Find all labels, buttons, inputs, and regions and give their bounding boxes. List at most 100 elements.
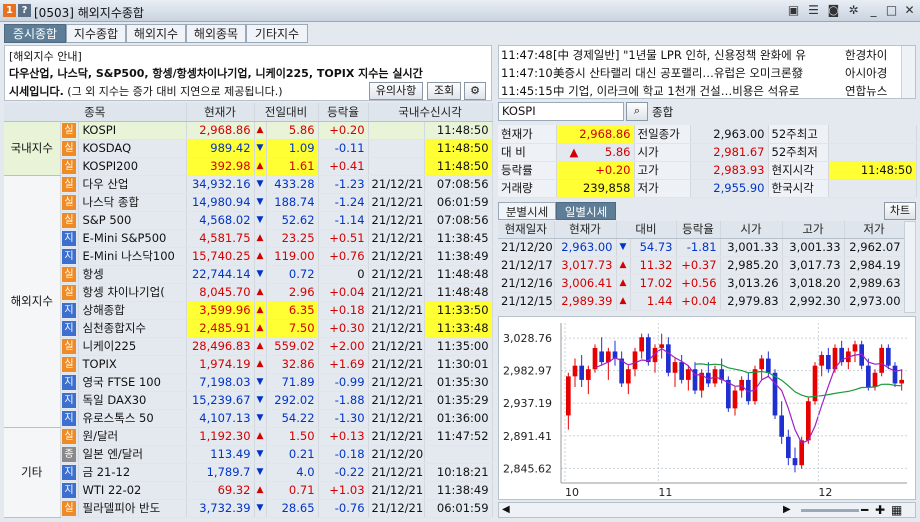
zoom-out-icon[interactable]: ━ — [861, 503, 868, 517]
col-rate[interactable]: 등락율 — [318, 103, 369, 122]
chart-svg[interactable]: 3,028.76 2,982.97 2,937.19 2,891.41 2,845.62… — [499, 317, 917, 501]
col-name[interactable]: 종목 — [4, 103, 187, 122]
table-row[interactable]: 실 S&P 500 4,568.02 ▼ 52.62 -1.14 21/12/21 07:08… — [4, 211, 493, 230]
list-icon[interactable]: ☰ — [806, 3, 821, 18]
help-icon[interactable]: ? — [18, 4, 31, 17]
symbol-name[interactable]: 니케이225 — [78, 337, 187, 356]
table-row[interactable]: 지 독일 DAX30 15,239.67 ▼ 292.02 -1.88 21/12/21 01… — [4, 391, 493, 410]
symbol-name[interactable]: 다우 산업 — [78, 175, 187, 194]
symbol-name[interactable]: 독일 DAX30 — [78, 391, 187, 410]
symbol-name[interactable]: 상해종합 — [78, 301, 187, 320]
symbol-name[interactable]: 항셍 차이나기업( — [78, 283, 187, 302]
settings-icon[interactable]: ✲ — [846, 3, 861, 18]
col-rate[interactable]: 등락율 — [676, 221, 721, 239]
new-window-icon[interactable]: ▣ — [786, 3, 801, 18]
tab-overseas-stocks[interactable]: 해외종목 — [186, 24, 246, 43]
table-row[interactable]: 지 심천종합지수 2,485.91 ▲ 7.50 +0.30 21/12/21 11:33:4… — [4, 319, 493, 338]
daily-row[interactable]: 21/12/16 3,006.41 ▲ 17.02 +0.56 3,013.26 3,018… — [498, 274, 905, 293]
table-row[interactable]: 국내지수 실 KOSPI 2,968.86 ▲ 5.86 +0.20 11:48:50 — [4, 121, 493, 176]
table-row[interactable]: 실 KOSDAQ 989.42 ▼ 1.09 -0.11 11:48:50 — [4, 139, 493, 158]
notice-button[interactable]: 유의사항 — [369, 82, 423, 100]
maximize-icon[interactable]: □ — [884, 3, 899, 18]
table-row[interactable]: 지 상해종합 3,599.96 ▲ 6.35 +0.18 21/12/21 11:33:50 — [4, 301, 493, 320]
tab-overseas-index[interactable]: 해외지수 — [126, 24, 186, 43]
settings-gear-icon[interactable]: ⚙ — [464, 82, 486, 100]
symbol-name[interactable]: E-Mini S&P500 — [78, 229, 187, 248]
news-item[interactable]: 11:47:10 美증시 산타랠리 대신 공포랠리…유럽은 오미크론發 아시아경 — [499, 64, 915, 82]
col-high[interactable]: 고가 — [782, 221, 845, 239]
table-row[interactable]: 종 일본 엔/달러 113.49 ▼ 0.21 -0.18 21/12/20 — [4, 445, 493, 464]
chart-button[interactable]: 차트 — [884, 202, 916, 220]
screen-number-icon[interactable]: 1 — [3, 4, 16, 17]
summary-label[interactable]: 종합 — [652, 104, 673, 120]
tab-daily-price[interactable]: 일별시세 — [556, 202, 616, 220]
table-row[interactable]: 지금 21-12 1,789.7 ▼ 4.0 -0.22 21/12/21 10:18:21 — [4, 463, 493, 482]
table-row[interactable]: 실 니케이225 28,496.83 ▲ 559.02 +2.00 21/12/21 11:3… — [4, 337, 493, 356]
symbol-name[interactable]: WTI 22-02 — [78, 481, 187, 500]
symbol-name[interactable]: 영국 FTSE 100 — [78, 373, 187, 392]
symbol-name[interactable]: 나스닥 종합 — [78, 193, 187, 212]
symbol-name[interactable]: 원/달러 — [78, 427, 187, 446]
table-row[interactable]: 지 E-Mini 나스닥100 15,740.25 ▲ 119.00 +0.76 21/12… — [4, 247, 493, 266]
chart-scrollbar[interactable]: ◀ ▶ ━ ✚ ▦ — [498, 502, 916, 518]
news-headline[interactable]: [中 경제일반] "1년물 LPR 인하, 신용정책 완화에 유 — [553, 46, 845, 64]
symbol-name[interactable]: 유로스톡스 50 — [78, 409, 187, 428]
symbol-name[interactable]: 심천종합지수 — [78, 319, 187, 338]
tab-market-summary[interactable]: 증시종합 — [4, 24, 66, 43]
symbol-name[interactable]: E-Mini 나스닥100 — [78, 247, 187, 266]
symbol-name[interactable]: KOSPI200 — [78, 157, 187, 176]
table-row[interactable]: 해외지수 실 다우 산업 34,932.16 ▼ 433.28 -1.23 21/12/21 0… — [4, 175, 493, 428]
daily-row[interactable]: 21/12/15 2,989.39 ▲ 1.44 +0.04 2,979.83 2,992.… — [498, 292, 905, 311]
table-row[interactable]: 지 E-Mini S&P500 4,581.75 ▲ 23.25 +0.51 21/12/2… — [4, 229, 493, 248]
news-scrollbar[interactable] — [901, 46, 915, 98]
table-row[interactable]: 실 TOPIX 1,974.19 ▲ 32.86 +1.69 21/12/21 11:30:0… — [4, 355, 493, 374]
table-row[interactable]: 기타 실 원/달러 1,192.30 ▲ 1.50 +0.13 21/12/21 11:47:5… — [4, 427, 493, 518]
col-date[interactable]: 현재일자 — [498, 221, 555, 239]
table-row[interactable]: 실 필라델피아 반도 3,732.39 ▼ 28.65 -0.76 21/12/21 06:0… — [4, 499, 493, 518]
col-change[interactable]: 전일대비 — [254, 103, 319, 122]
news-headline[interactable]: 中 기업, 이라크에 학교 1천개 건설…비용은 석유로 — [553, 82, 845, 98]
candlestick-chart[interactable]: 3,028.76 2,982.97 2,937.19 2,891.41 2,845.62… — [498, 316, 916, 500]
table-row[interactable]: 지 WTI 22-02 69.32 ▲ 0.71 +1.03 21/12/21 11:38:4… — [4, 481, 493, 500]
table-row[interactable]: 실 항셍 22,744.14 ▼ 0.72 0 21/12/21 11:48:48 — [4, 265, 493, 284]
minimize-icon[interactable]: _ — [866, 3, 881, 18]
zoom-in-icon[interactable]: ✚ — [875, 503, 885, 517]
col-low[interactable]: 저가 — [844, 221, 905, 239]
symbol-name[interactable]: 일본 엔/달러 — [78, 445, 187, 464]
daily-scrollbar[interactable] — [904, 221, 916, 313]
news-item[interactable]: 11:45:15 中 기업, 이라크에 학교 1천개 건설…비용은 석유로 연합… — [499, 82, 915, 98]
symbol-search-input[interactable]: KOSPI — [498, 102, 624, 121]
col-price[interactable]: 현재가 — [186, 103, 255, 122]
table-row[interactable]: 지 영국 FTSE 100 7,198.03 ▼ 71.89 -0.99 21/12/21 0… — [4, 373, 493, 392]
close-icon[interactable]: ✕ — [902, 3, 917, 18]
table-row[interactable]: 실 나스닥 종합 14,980.94 ▼ 188.74 -1.24 21/12/21 06:0… — [4, 193, 493, 212]
symbol-name[interactable]: S&P 500 — [78, 211, 187, 230]
col-change[interactable]: 대비 — [616, 221, 677, 239]
table-row[interactable]: 지 유로스톡스 50 4,107.13 ▼ 54.22 -1.30 21/12/21 01:3… — [4, 409, 493, 428]
news-item[interactable]: 11:47:48 [中 경제일반] "1년물 LPR 인하, 신용정책 완화에 … — [499, 46, 915, 64]
news-headline[interactable]: 美증시 산타랠리 대신 공포랠리…유럽은 오미크론發 — [553, 64, 845, 82]
col-open[interactable]: 시가 — [720, 221, 783, 239]
col-price[interactable]: 현재가 — [554, 221, 617, 239]
daily-row[interactable]: 21/12/20 2,963.00 ▼ 54.73 -1.81 3,001.33 3,001… — [498, 238, 905, 257]
tab-index-summary[interactable]: 지수종합 — [66, 24, 126, 43]
table-row[interactable]: 실 KOSPI200 392.98 ▲ 1.61 +0.41 11:48:50 — [4, 157, 493, 176]
search-icon[interactable]: ⌕ — [626, 102, 648, 121]
symbol-name[interactable]: KOSPI — [78, 121, 187, 140]
zoom-slider[interactable] — [801, 509, 859, 512]
col-recv-time[interactable]: 국내수신시각 — [368, 103, 493, 122]
daily-row[interactable]: 21/12/17 3,017.73 ▲ 11.32 +0.37 2,985.20 3,017… — [498, 256, 905, 275]
symbol-name[interactable]: KOSDAQ — [78, 139, 187, 158]
symbol-name[interactable]: TOPIX — [78, 355, 187, 374]
chart-settings-icon[interactable]: ▦ — [891, 503, 902, 517]
scroll-right-icon[interactable]: ▶ — [783, 504, 791, 515]
query-button[interactable]: 조회 — [427, 82, 461, 100]
tab-other-index[interactable]: 기타지수 — [246, 24, 308, 43]
camera-icon[interactable]: ◙ — [826, 3, 841, 18]
table-row[interactable]: 실 항셍 차이나기업(8,045.70 ▲ 2.96 +0.04 21/12/21 11:4… — [4, 283, 493, 302]
symbol-name[interactable]: 항셍 — [78, 265, 187, 284]
symbol-name[interactable]: 필라델피아 반도 — [78, 499, 187, 518]
symbol-name[interactable]: 금 21-12 — [78, 463, 187, 482]
tab-minute-price[interactable]: 분별시세 — [498, 202, 556, 220]
scroll-left-icon[interactable]: ◀ — [502, 504, 510, 515]
